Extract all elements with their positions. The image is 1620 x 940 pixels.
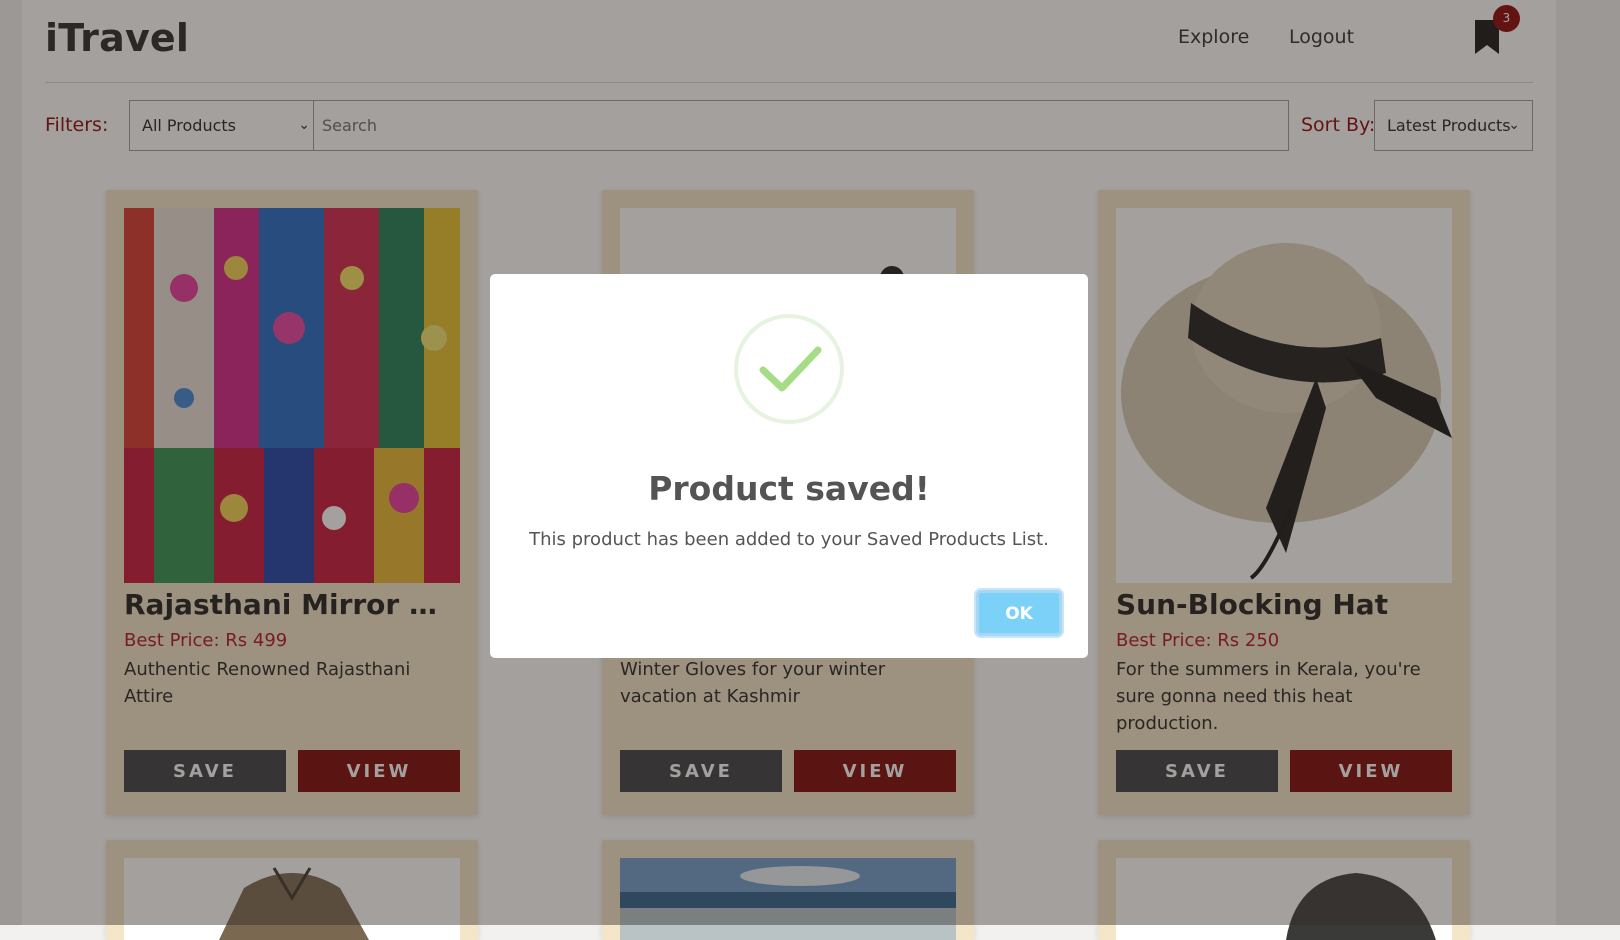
dialog-title: Product saved!	[648, 469, 930, 508]
ok-button[interactable]: OK	[976, 590, 1062, 636]
dialog-message: This product has been added to your Save…	[529, 529, 1049, 550]
product-saved-dialog: Product saved! This product has been add…	[490, 274, 1088, 658]
check-icon	[734, 314, 844, 424]
